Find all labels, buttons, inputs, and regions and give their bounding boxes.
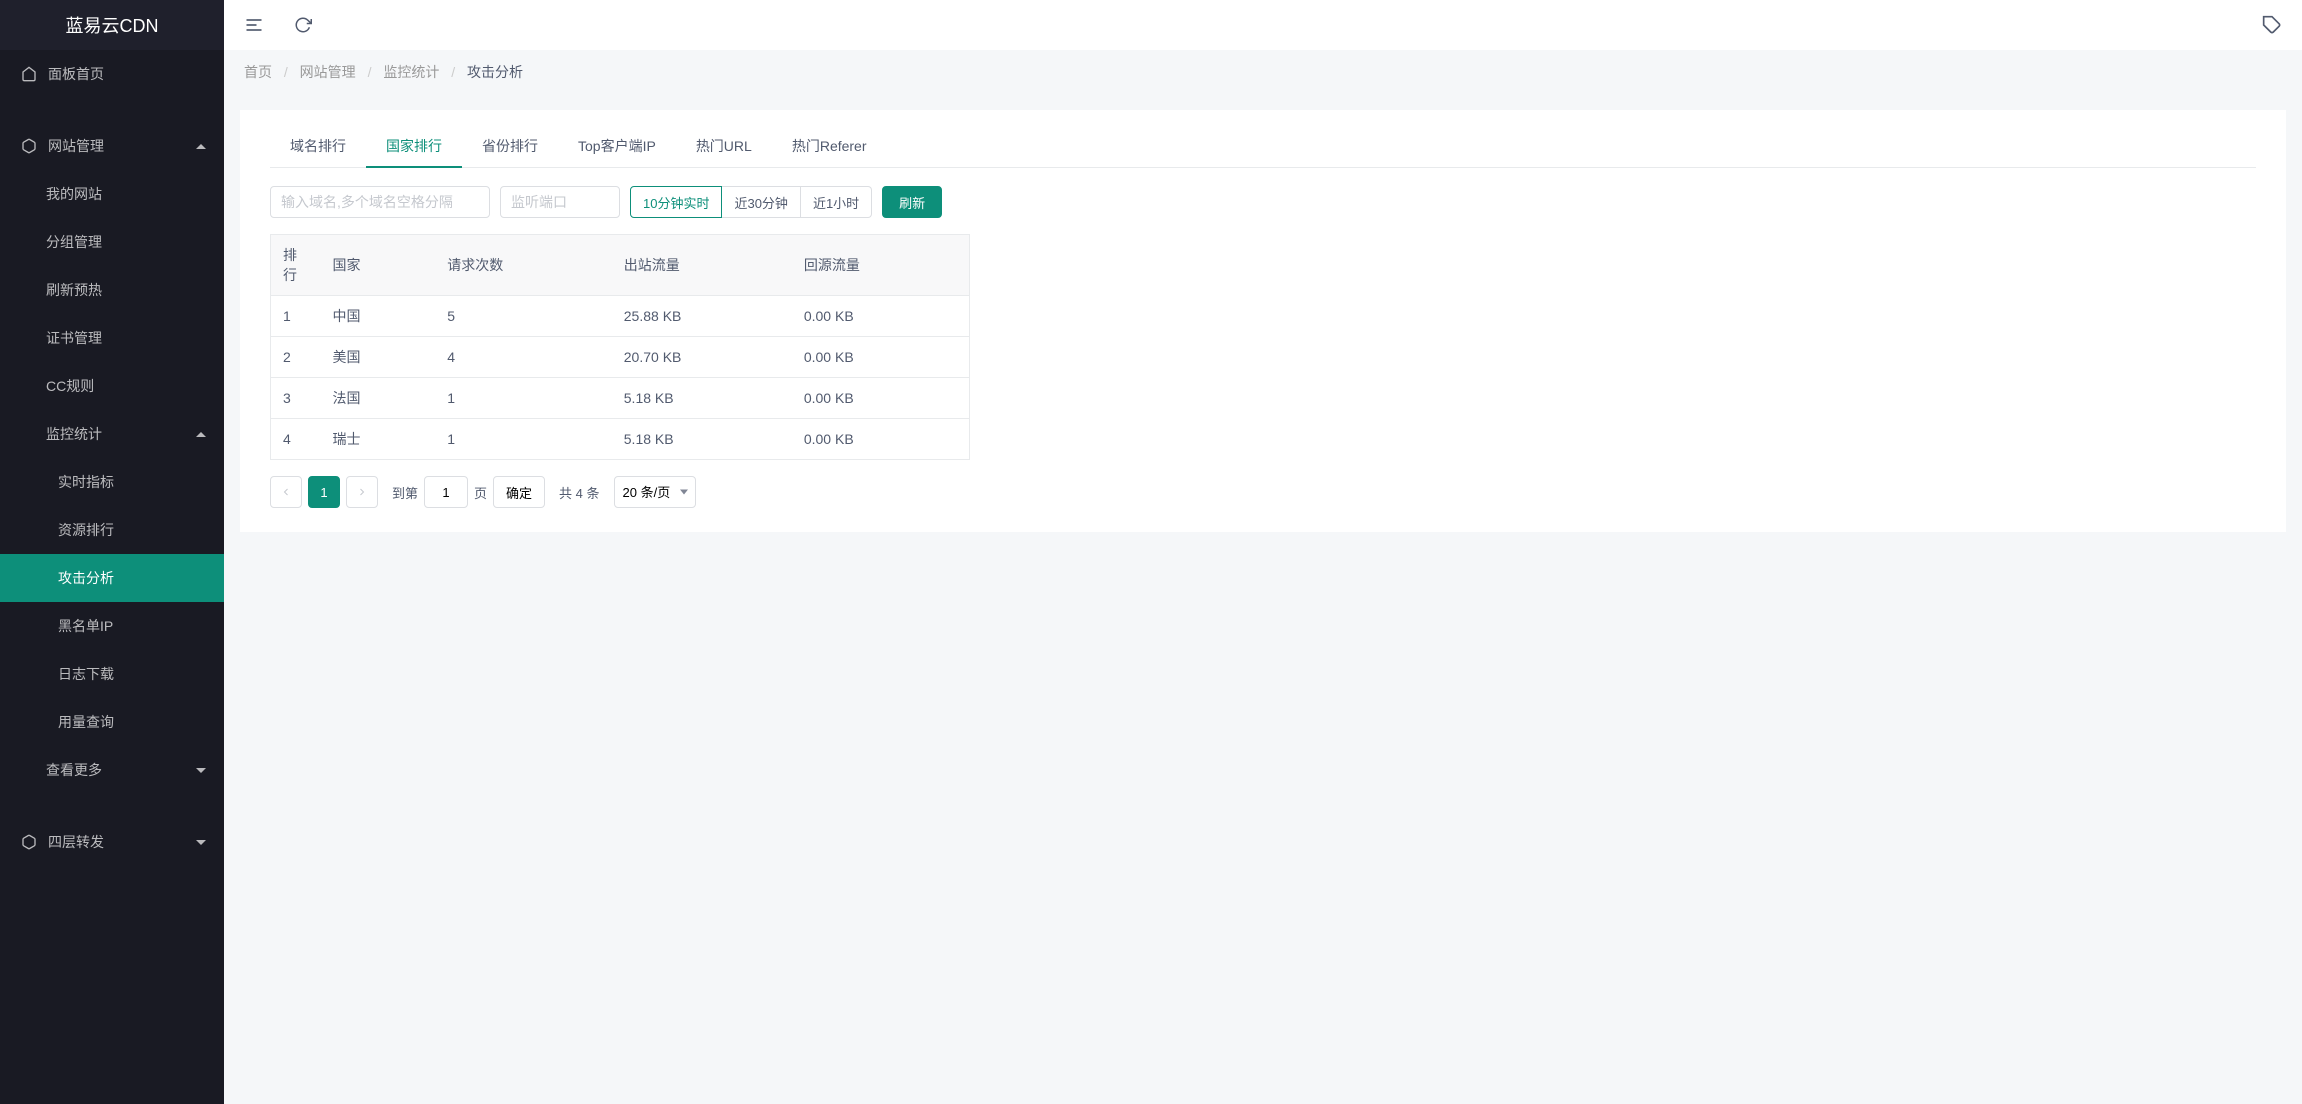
total-count: 共 4 条 [559, 483, 599, 502]
sidebar-item-refresh[interactable]: 刷新预热 [0, 266, 224, 314]
table-row: 1 中国 5 25.88 KB 0.00 KB [271, 296, 970, 337]
tabs: 域名排行 国家排行 省份排行 Top客户端IP 热门URL 热门Referer [270, 126, 2256, 168]
goto-input[interactable] [424, 476, 468, 508]
goto-suffix: 页 [474, 483, 487, 502]
sidebar-item-cert[interactable]: 证书管理 [0, 314, 224, 362]
tab-province[interactable]: 省份排行 [462, 126, 558, 168]
cell-origin: 0.00 KB [792, 419, 970, 460]
port-input[interactable] [500, 186, 620, 218]
page-prev[interactable] [270, 476, 302, 508]
breadcrumb-home[interactable]: 首页 [244, 64, 272, 80]
sidebar-group-label: 网站管理 [48, 136, 104, 156]
tag-icon[interactable] [2262, 15, 2282, 35]
sidebar-group-label: 监控统计 [46, 424, 102, 444]
breadcrumb-site[interactable]: 网站管理 [300, 64, 356, 80]
table-row: 3 法国 1 5.18 KB 0.00 KB [271, 378, 970, 419]
country-table: 排行 国家 请求次数 出站流量 回源流量 1 中国 5 25.88 KB 0.0… [270, 234, 970, 460]
cell-out: 5.18 KB [612, 378, 792, 419]
th-out: 出站流量 [612, 235, 792, 296]
th-origin: 回源流量 [792, 235, 970, 296]
th-requests: 请求次数 [435, 235, 612, 296]
cell-rank: 2 [271, 337, 321, 378]
cube-icon [20, 137, 38, 155]
tab-hoturl[interactable]: 热门URL [676, 126, 772, 168]
sidebar-group-site[interactable]: 网站管理 [0, 122, 224, 170]
home-icon [20, 65, 38, 83]
goto-confirm[interactable]: 确定 [493, 476, 545, 508]
cell-origin: 0.00 KB [792, 378, 970, 419]
cell-out: 20.70 KB [612, 337, 792, 378]
app-logo: 蓝易云CDN [0, 0, 224, 50]
cell-requests: 1 [435, 419, 612, 460]
sidebar-item-label: 面板首页 [48, 64, 104, 84]
cell-origin: 0.00 KB [792, 296, 970, 337]
sidebar-item-label: 查看更多 [46, 760, 102, 780]
sidebar-item-seemore[interactable]: 查看更多 [0, 746, 224, 794]
sidebar-item-mysite[interactable]: 我的网站 [0, 170, 224, 218]
refresh-button[interactable]: 刷新 [882, 186, 942, 218]
tab-domain[interactable]: 域名排行 [270, 126, 366, 168]
table-row: 2 美国 4 20.70 KB 0.00 KB [271, 337, 970, 378]
cell-rank: 3 [271, 378, 321, 419]
sidebar-item-resource[interactable]: 资源排行 [0, 506, 224, 554]
time-1h[interactable]: 近1小时 [801, 186, 872, 218]
cell-requests: 5 [435, 296, 612, 337]
tab-hotref[interactable]: 热门Referer [772, 126, 887, 168]
sidebar-item-usage[interactable]: 用量查询 [0, 698, 224, 746]
cell-origin: 0.00 KB [792, 337, 970, 378]
breadcrumb-attack: 攻击分析 [467, 64, 523, 80]
pagesize-select[interactable]: 20 条/页 [614, 476, 696, 508]
cell-country: 法国 [321, 378, 436, 419]
tab-country[interactable]: 国家排行 [366, 126, 462, 168]
domain-input[interactable] [270, 186, 490, 218]
cube-icon [20, 833, 38, 851]
sidebar-item-group[interactable]: 分组管理 [0, 218, 224, 266]
content-card: 域名排行 国家排行 省份排行 Top客户端IP 热门URL 热门Referer … [240, 110, 2286, 532]
goto-prefix: 到第 [392, 483, 418, 502]
time-10m[interactable]: 10分钟实时 [630, 186, 722, 218]
sidebar-item-attack[interactable]: 攻击分析 [0, 554, 224, 602]
cell-out: 25.88 KB [612, 296, 792, 337]
table-row: 4 瑞士 1 5.18 KB 0.00 KB [271, 419, 970, 460]
cell-country: 瑞士 [321, 419, 436, 460]
tab-topip[interactable]: Top客户端IP [558, 126, 676, 168]
menu-toggle-icon[interactable] [244, 15, 264, 35]
filter-bar: 10分钟实时 近30分钟 近1小时 刷新 [270, 186, 2256, 218]
cell-requests: 4 [435, 337, 612, 378]
cell-rank: 1 [271, 296, 321, 337]
sidebar-item-log[interactable]: 日志下载 [0, 650, 224, 698]
pagination: 1 到第 页 确定 共 4 条 20 条/页 [270, 476, 970, 508]
cell-country: 中国 [321, 296, 436, 337]
cell-country: 美国 [321, 337, 436, 378]
th-rank: 排行 [271, 235, 321, 296]
breadcrumb: 首页 / 网站管理 / 监控统计 / 攻击分析 [224, 50, 2302, 94]
page-1[interactable]: 1 [308, 476, 340, 508]
sidebar-item-cc[interactable]: CC规则 [0, 362, 224, 410]
cell-requests: 1 [435, 378, 612, 419]
page-next[interactable] [346, 476, 378, 508]
sidebar-group-layer4[interactable]: 四层转发 [0, 818, 224, 866]
sidebar-item-blacklist[interactable]: 黑名单IP [0, 602, 224, 650]
sidebar-item-dashboard[interactable]: 面板首页 [0, 50, 224, 98]
header [224, 0, 2302, 50]
refresh-icon[interactable] [294, 16, 312, 34]
sidebar-item-realtime[interactable]: 实时指标 [0, 458, 224, 506]
cell-out: 5.18 KB [612, 419, 792, 460]
time-30m[interactable]: 近30分钟 [722, 186, 800, 218]
time-range-group: 10分钟实时 近30分钟 近1小时 [630, 186, 872, 218]
breadcrumb-monitor[interactable]: 监控统计 [383, 64, 439, 80]
cell-rank: 4 [271, 419, 321, 460]
th-country: 国家 [321, 235, 436, 296]
sidebar: 蓝易云CDN 面板首页 网站管理 我的网站 分组管理 刷新预热 证书管理 CC规… [0, 0, 224, 1104]
sidebar-group-label: 四层转发 [48, 832, 104, 852]
sidebar-group-monitor[interactable]: 监控统计 [0, 410, 224, 458]
sidebar-menu: 面板首页 网站管理 我的网站 分组管理 刷新预热 证书管理 CC规则 监控统计 … [0, 50, 224, 1104]
